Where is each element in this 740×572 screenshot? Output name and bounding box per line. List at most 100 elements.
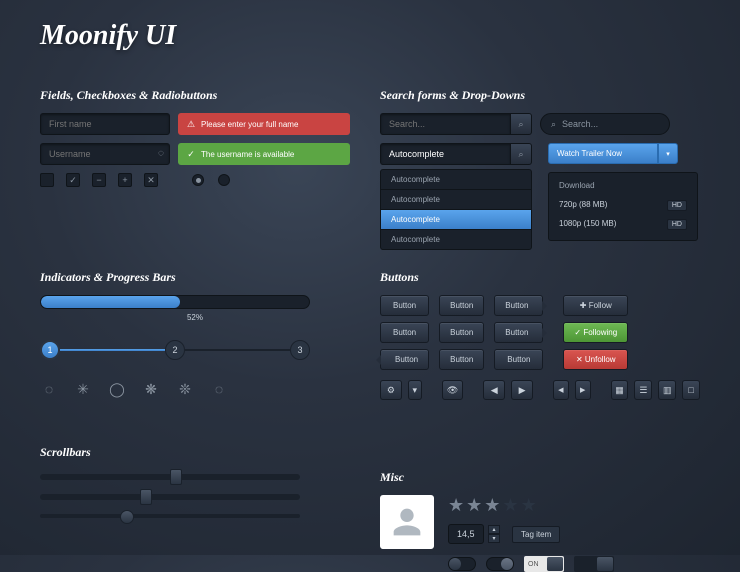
button-arrow-left[interactable]: Button	[380, 349, 429, 370]
view-single-button[interactable]: □	[682, 380, 700, 400]
unfollow-button[interactable]: ✕ Unfollow	[563, 349, 628, 370]
button[interactable]: Button	[439, 295, 484, 316]
progress-label: 52%	[40, 313, 350, 322]
settings-button[interactable]: ⚙	[380, 380, 402, 400]
star-icon: ★	[466, 495, 484, 515]
view-columns-button[interactable]: ▥	[658, 380, 676, 400]
download-option[interactable]: 1080p (150 MB)HD	[549, 215, 697, 234]
download-heading: Download	[549, 179, 697, 196]
dropdown-toggle[interactable]: ▾	[408, 380, 422, 400]
dropdown-item[interactable]: Autocomplete	[381, 190, 531, 210]
toggle-switch-off[interactable]	[574, 556, 614, 572]
spinner-icon: ◌	[40, 380, 58, 398]
spinner-icon: ❋	[142, 380, 160, 398]
prev-button[interactable]: ◀	[483, 380, 505, 400]
toggle-off[interactable]	[448, 557, 476, 571]
success-text: The username is available	[201, 150, 294, 159]
prev-button-small[interactable]: ◀	[553, 380, 569, 400]
toggle-switch-on[interactable]: ON	[524, 556, 564, 572]
button-arrow-right[interactable]: Button	[494, 295, 543, 316]
watch-trailer-button[interactable]: Watch Trailer Now ▾	[548, 143, 678, 164]
view-grid-button[interactable]: ▦	[611, 380, 629, 400]
scrollbar-handle[interactable]	[140, 489, 152, 505]
dropdown-item[interactable]: Autocomplete	[381, 230, 531, 249]
search-rounded[interactable]: ⌕ Search...	[540, 113, 670, 135]
scrollbar-1[interactable]	[40, 474, 300, 480]
plus-icon: ✚	[580, 301, 589, 310]
step-2[interactable]: 2	[165, 340, 185, 360]
next-button[interactable]: ▶	[511, 380, 533, 400]
chevron-down-icon[interactable]: ▾	[658, 143, 678, 164]
button[interactable]: Button	[439, 322, 484, 343]
scrollbar-2[interactable]	[40, 494, 300, 500]
download-popup: Download 720p (88 MB)HD 1080p (150 MB)HD	[548, 172, 698, 241]
checkbox-empty[interactable]	[40, 173, 54, 187]
first-name-input[interactable]	[40, 113, 170, 135]
triangle-right-icon: ▶	[580, 386, 585, 394]
search-icon: ⌕	[518, 149, 523, 160]
checkbox-x[interactable]: ✕	[144, 173, 158, 187]
search-button[interactable]: ⌕	[510, 113, 532, 135]
following-button[interactable]: ✓ Following	[563, 322, 628, 343]
scrollbar-handle[interactable]	[170, 469, 182, 485]
star-rating[interactable]: ★★★★★	[448, 495, 614, 516]
button[interactable]: Button	[494, 349, 543, 370]
button[interactable]: Button	[439, 349, 484, 370]
section-buttons: Buttons	[380, 270, 700, 285]
checkbox-checked[interactable]: ✓	[66, 173, 80, 187]
toggle-on[interactable]	[486, 557, 514, 571]
radio-on[interactable]	[192, 174, 204, 186]
error-text: Please enter your full name	[201, 120, 298, 129]
chevron-down-icon[interactable]: ▾	[488, 534, 500, 543]
star-icon: ★	[502, 495, 520, 515]
section-fields: Fields, Checkboxes & Radiobuttons	[40, 88, 350, 103]
stepper-value[interactable]: 14,5	[448, 524, 484, 544]
progress-fill	[41, 296, 180, 308]
username-input[interactable]	[40, 143, 170, 165]
star-icon: ★	[521, 495, 539, 515]
triangle-left-icon: ◀	[491, 385, 498, 396]
watch-trailer-label: Watch Trailer Now	[548, 143, 658, 164]
follow-button[interactable]: ✚ Follow	[563, 295, 628, 316]
spinner-icon: ◌	[210, 380, 228, 398]
step-indicator: 1 2 3	[40, 340, 310, 360]
search-placeholder: Search...	[562, 119, 598, 129]
radio-off[interactable]	[218, 174, 230, 186]
section-search: Search forms & Drop-Downs	[380, 88, 700, 103]
checkbox-minus[interactable]: −	[92, 173, 106, 187]
search-button[interactable]: ⌕	[510, 143, 532, 165]
check-icon: ✓	[186, 149, 196, 159]
next-button-small[interactable]: ▶	[575, 380, 591, 400]
button[interactable]: Button	[380, 322, 429, 343]
tag-item[interactable]: Tag item	[512, 526, 560, 543]
step-3[interactable]: 3	[290, 340, 310, 360]
checkbox-plus[interactable]: +	[118, 173, 132, 187]
autocomplete-input[interactable]	[380, 143, 510, 165]
dropdown-item-selected[interactable]: Autocomplete	[381, 210, 531, 230]
download-option[interactable]: 720p (88 MB)HD	[549, 196, 697, 215]
view-button[interactable]: 👁	[442, 380, 464, 400]
chevron-up-icon[interactable]: ▴	[488, 525, 500, 534]
section-misc: Misc	[380, 470, 700, 485]
progress-bar	[40, 295, 310, 309]
spinner-icon: ✳	[74, 380, 92, 398]
square-icon: □	[688, 385, 693, 395]
scrollbar-handle[interactable]	[120, 510, 134, 524]
stepper-buttons[interactable]: ▴ ▾	[488, 525, 500, 543]
section-scrollbars: Scrollbars	[40, 445, 350, 460]
section-indicators: Indicators & Progress Bars	[40, 270, 350, 285]
error-message: ⚠ Please enter your full name	[178, 113, 350, 135]
star-icon: ★	[484, 495, 502, 515]
person-icon	[387, 502, 427, 542]
button[interactable]: Button	[380, 295, 429, 316]
search-input[interactable]	[380, 113, 510, 135]
success-message: ✓ The username is available	[178, 143, 350, 165]
button-arrow-right[interactable]: Button	[494, 322, 543, 343]
triangle-right-icon: ▶	[519, 385, 526, 396]
scrollbar-3[interactable]	[40, 514, 300, 518]
avatar	[380, 495, 434, 549]
step-1[interactable]: 1	[40, 340, 60, 360]
page-title: Moonify UI	[0, 0, 740, 52]
view-list-button[interactable]: ☰	[634, 380, 652, 400]
dropdown-item[interactable]: Autocomplete	[381, 170, 531, 190]
